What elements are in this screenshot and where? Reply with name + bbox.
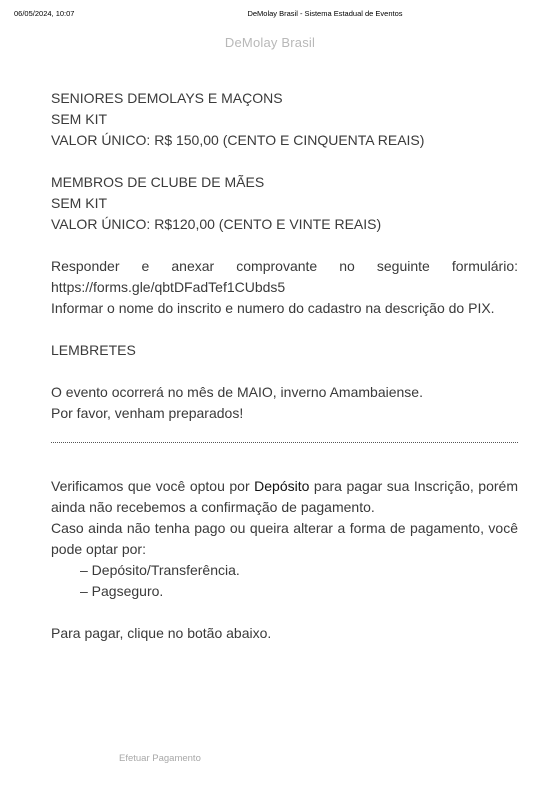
pricing-kit: SEM KIT — [51, 195, 108, 211]
form-instructions: Responder e anexar comprovante no seguin… — [51, 256, 518, 319]
pricing-category: SENIORES DEMOLAYS E MAÇONS — [51, 90, 283, 106]
reminders-heading-block: LEMBRETES — [51, 340, 518, 361]
payment-status-prefix: Verificamos que você optou por — [51, 478, 255, 494]
pricing-value: VALOR ÚNICO: R$120,00 (CENTO E VINTE REA… — [51, 216, 382, 232]
reminders-body: O evento ocorrerá no mês de MAIO, invern… — [51, 382, 518, 424]
form-instruction-line: Responder e anexar comprovante no seguin… — [51, 258, 518, 295]
reminder-line: Por favor, venham preparados! — [51, 405, 244, 421]
payment-status-message: Verificamos que você optou por Depósito … — [51, 476, 518, 518]
payment-options-intro: Caso ainda não tenha pago ou queira alte… — [51, 520, 518, 557]
payment-option-pagseguro: – Pagseguro. — [80, 583, 164, 599]
pix-instruction-line: Informar o nome do inscrito e numero do … — [51, 300, 495, 316]
pricing-kit: SEM KIT — [51, 111, 108, 127]
print-header: 06/05/2024, 10:07 DeMolay Brasil - Siste… — [14, 9, 526, 21]
pricing-value: VALOR ÚNICO: R$ 150,00 (CENTO E CINQUENT… — [51, 132, 425, 148]
payment-option-deposit: – Depósito/Transferência. — [80, 562, 240, 578]
pricing-seniores: SENIORES DEMOLAYS E MAÇONS SEM KIT VALOR… — [51, 88, 518, 151]
reminders-heading: LEMBRETES — [51, 342, 136, 358]
pricing-category: MEMBROS DE CLUBE DE MÃES — [51, 174, 265, 190]
pricing-clube-de-maes: MEMBROS DE CLUBE DE MÃES SEM KIT VALOR Ú… — [51, 172, 518, 235]
dotted-separator — [51, 442, 518, 443]
payment-cta-text: Para pagar, clique no botão abaixo. — [51, 625, 272, 641]
reminder-line: O evento ocorrerá no mês de MAIO, invern… — [51, 384, 423, 400]
payment-method: Depósito — [254, 478, 310, 494]
event-description: SENIORES DEMOLAYS E MAÇONS SEM KIT VALOR… — [51, 88, 518, 644]
print-page-title: DeMolay Brasil - Sistema Estadual de Eve… — [247, 9, 403, 18]
payment-options-list: – Depósito/Transferência. – Pagseguro. — [51, 560, 518, 602]
site-title: DeMolay Brasil — [224, 35, 316, 50]
pay-button[interactable]: Efetuar Pagamento — [119, 753, 201, 764]
